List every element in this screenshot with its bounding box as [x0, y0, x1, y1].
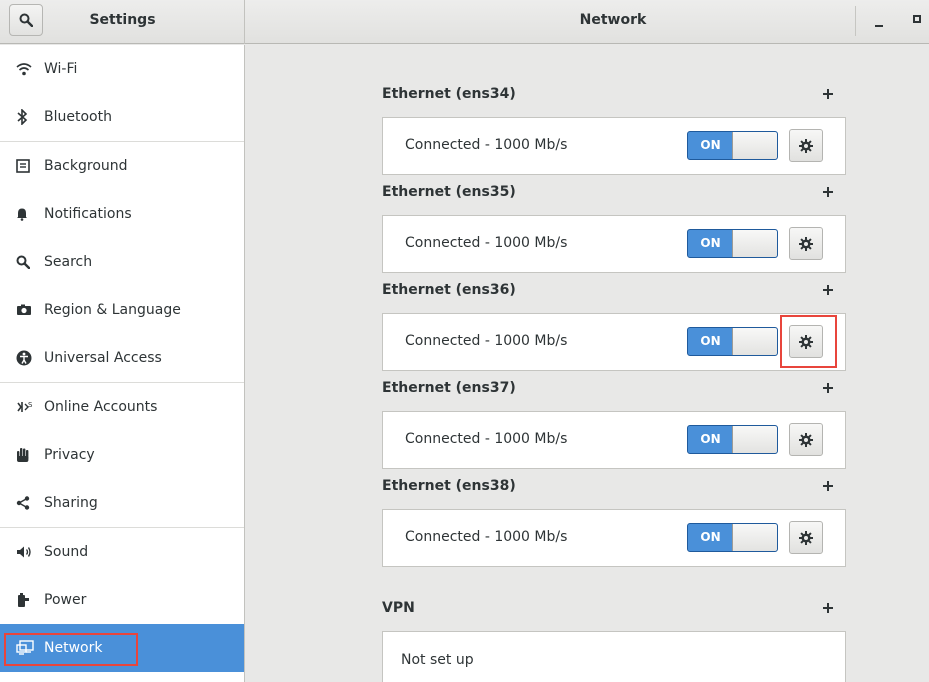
section-title: Ethernet (ens35): [382, 184, 516, 200]
section-title: Ethernet (ens34): [382, 86, 516, 102]
gear-icon: [799, 236, 813, 251]
sidebar-item-label: Notifications: [44, 206, 132, 222]
sidebar-item-label: Power: [44, 592, 87, 608]
search-icon: [19, 13, 33, 27]
gear-icon: [799, 334, 813, 349]
connection-card: Connected - 1000 Mb/s ON: [382, 509, 846, 567]
add-connection-button[interactable]: [820, 282, 836, 298]
toggle-on-label: ON: [700, 236, 721, 250]
sidebar-item-online-accounts[interactable]: S Online Accounts: [0, 383, 244, 431]
add-connection-button[interactable]: [820, 184, 836, 200]
add-connection-button[interactable]: [820, 380, 836, 396]
maximize-button[interactable]: [913, 15, 921, 23]
connection-toggle[interactable]: ON: [687, 131, 778, 160]
vpn-status: Not set up: [401, 652, 474, 668]
connection-status: Connected - 1000 Mb/s: [405, 529, 568, 545]
network-icon: [0, 640, 44, 656]
connection-status: Connected - 1000 Mb/s: [405, 333, 568, 349]
connection-card: Connected - 1000 Mb/s ON: [382, 215, 846, 273]
header-left-pane: Settings: [0, 0, 245, 44]
sidebar-item-power[interactable]: Power: [0, 576, 244, 624]
header-separator: [855, 6, 856, 36]
add-connection-button[interactable]: [820, 478, 836, 494]
connection-card: Connected - 1000 Mb/s ON: [382, 313, 846, 371]
power-plug-icon: [0, 592, 44, 608]
sidebar-item-search[interactable]: Search: [0, 238, 244, 286]
sidebar-item-region-language[interactable]: Region & Language: [0, 286, 244, 334]
vpn-card: Not set up: [382, 631, 846, 682]
add-connection-button[interactable]: [820, 86, 836, 102]
toggle-knob: [732, 328, 777, 355]
toggle-on-label: ON: [700, 432, 721, 446]
connection-settings-button[interactable]: [789, 423, 823, 456]
sidebar-item-sound[interactable]: Sound: [0, 528, 244, 576]
search-icon: [0, 255, 44, 269]
background-icon: [0, 159, 44, 173]
connection-toggle[interactable]: ON: [687, 229, 778, 258]
vpn-title: VPN: [382, 600, 415, 616]
connection-settings-button[interactable]: [789, 129, 823, 162]
connection-settings-button[interactable]: [789, 325, 823, 358]
connection-toggle[interactable]: ON: [687, 523, 778, 552]
sidebar-item-bluetooth[interactable]: Bluetooth: [0, 93, 244, 141]
search-button[interactable]: [9, 4, 43, 36]
panel-title: Network: [579, 12, 647, 28]
bell-icon: [0, 207, 44, 221]
sidebar-item-label: Sharing: [44, 495, 98, 511]
toggle-knob: [732, 426, 777, 453]
wifi-icon: [0, 62, 44, 76]
sidebar-item-network[interactable]: Network: [0, 624, 244, 672]
header-bar: Settings Network: [0, 0, 929, 44]
sidebar-item-label: Search: [44, 254, 93, 270]
hand-icon: [0, 447, 44, 463]
sidebar-item-label: Bluetooth: [44, 109, 112, 125]
sidebar-item-label: Sound: [44, 544, 89, 560]
accessibility-icon: [0, 350, 44, 366]
connection-card: Connected - 1000 Mb/s ON: [382, 117, 846, 175]
toggle-knob: [732, 230, 777, 257]
sidebar-item-privacy[interactable]: Privacy: [0, 431, 244, 479]
speaker-icon: [0, 545, 44, 559]
sidebar-item-label: Universal Access: [44, 350, 162, 366]
connection-settings-button[interactable]: [789, 227, 823, 260]
sidebar: Wi-Fi Bluetooth Background Notifications…: [0, 45, 245, 682]
sidebar-item-notifications[interactable]: Notifications: [0, 190, 244, 238]
connection-toggle[interactable]: ON: [687, 425, 778, 454]
sidebar-item-label: Privacy: [44, 447, 95, 463]
sidebar-item-universal-access[interactable]: Universal Access: [0, 334, 244, 382]
connection-status: Connected - 1000 Mb/s: [405, 431, 568, 447]
svg-text:S: S: [28, 401, 33, 409]
bluetooth-icon: [0, 109, 44, 125]
connection-settings-button[interactable]: [789, 521, 823, 554]
settings-title: Settings: [89, 12, 156, 28]
sidebar-item-label: Region & Language: [44, 302, 181, 318]
section-title: Ethernet (ens36): [382, 282, 516, 298]
connection-status: Connected - 1000 Mb/s: [405, 235, 568, 251]
add-vpn-button[interactable]: [820, 600, 836, 616]
connection-card: Connected - 1000 Mb/s ON: [382, 411, 846, 469]
sidebar-item-label: Wi-Fi: [44, 61, 78, 77]
camera-icon: [0, 304, 44, 316]
connection-toggle[interactable]: ON: [687, 327, 778, 356]
share-icon: [0, 496, 44, 510]
gear-icon: [799, 432, 813, 447]
sidebar-item-wifi[interactable]: Wi-Fi: [0, 45, 244, 93]
section-title: Ethernet (ens37): [382, 380, 516, 396]
sidebar-item-background[interactable]: Background: [0, 142, 244, 190]
minimize-button[interactable]: [873, 10, 887, 30]
gear-icon: [799, 138, 813, 153]
sidebar-item-sharing[interactable]: Sharing: [0, 479, 244, 527]
sidebar-item-label: Background: [44, 158, 128, 174]
toggle-knob: [732, 524, 777, 551]
toggle-on-label: ON: [700, 334, 721, 348]
toggle-on-label: ON: [700, 138, 721, 152]
gear-icon: [799, 530, 813, 545]
sidebar-item-label: Online Accounts: [44, 399, 158, 415]
online-accounts-icon: S: [0, 400, 44, 414]
connection-status: Connected - 1000 Mb/s: [405, 137, 568, 153]
sidebar-item-label: Network: [44, 640, 103, 656]
toggle-knob: [732, 132, 777, 159]
section-title: Ethernet (ens38): [382, 478, 516, 494]
toggle-on-label: ON: [700, 530, 721, 544]
